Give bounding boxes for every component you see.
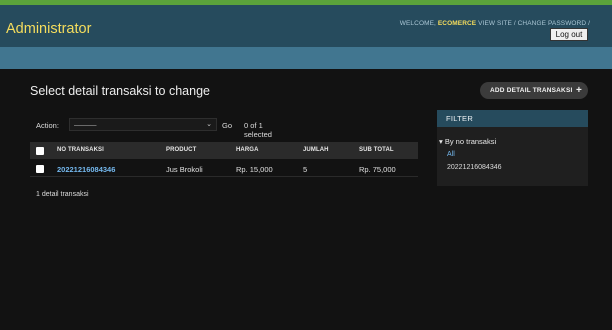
filter-option[interactable]: 20221216084346 bbox=[447, 164, 502, 171]
column-header-jumlah[interactable]: JUMLAH bbox=[303, 147, 329, 153]
table-header: NO TRANSAKSI PRODUCT HARGA JUMLAH SUB TO… bbox=[30, 142, 418, 159]
site-brand[interactable]: Administrator bbox=[6, 21, 91, 37]
jumlah-cell: 5 bbox=[303, 165, 308, 174]
filter-panel: FILTER ▾ By no transaksi All 20221216084… bbox=[437, 110, 588, 186]
selected-count: 0 of 1 selected bbox=[244, 121, 272, 139]
column-header-no-transaksi[interactable]: NO TRANSAKSI bbox=[57, 147, 104, 153]
breadcrumb-bar bbox=[0, 47, 612, 69]
welcome-text: WELCOME, bbox=[399, 20, 436, 27]
action-label: Action: bbox=[36, 121, 59, 130]
plus-icon: + bbox=[575, 85, 582, 96]
table-row: 20221216084346 Jus Brokoli Rp. 15,000 5 … bbox=[30, 160, 418, 177]
page-title: Select detail transaksi to change bbox=[30, 84, 210, 98]
harga-cell: Rp. 15,000 bbox=[236, 165, 273, 174]
change-password-link[interactable]: CHANGE PASSWORD bbox=[518, 20, 587, 27]
view-site-link[interactable]: VIEW SITE bbox=[478, 20, 512, 27]
go-button[interactable]: Go bbox=[222, 121, 232, 130]
filter-option-all[interactable]: All bbox=[447, 151, 455, 158]
select-all-checkbox[interactable] bbox=[36, 147, 44, 155]
column-header-product[interactable]: PRODUCT bbox=[166, 147, 196, 153]
add-detail-transaksi-button[interactable]: ADD DETAIL TRANSAKSI + bbox=[480, 82, 588, 99]
user-tools: WELCOME, ECOMERCE VIEW SITE / CHANGE PAS… bbox=[400, 20, 590, 27]
separator: / bbox=[588, 20, 590, 27]
username: ECOMERCE bbox=[437, 20, 477, 27]
row-checkbox[interactable] bbox=[36, 165, 44, 173]
action-select-value: ——— bbox=[74, 120, 97, 129]
column-header-harga[interactable]: HARGA bbox=[236, 147, 259, 153]
action-select[interactable]: ——— ⌄ bbox=[69, 118, 217, 131]
site-header: Administrator WELCOME, ECOMERCE VIEW SIT… bbox=[0, 5, 612, 47]
chevron-down-icon: ⌄ bbox=[206, 121, 212, 128]
sub-total-cell: Rp. 75,000 bbox=[359, 165, 396, 174]
add-button-label: ADD DETAIL TRANSAKSI bbox=[490, 87, 573, 94]
logout-button[interactable]: Log out bbox=[550, 28, 588, 41]
product-cell: Jus Brokoli bbox=[166, 165, 203, 174]
separator: / bbox=[513, 20, 516, 27]
filter-title[interactable]: ▾ By no transaksi bbox=[439, 137, 496, 146]
filter-heading: FILTER bbox=[437, 110, 588, 127]
column-header-sub-total[interactable]: SUB TOTAL bbox=[359, 147, 394, 153]
result-count: 1 detail transaksi bbox=[36, 191, 89, 198]
no-transaksi-link[interactable]: 20221216084346 bbox=[57, 165, 115, 174]
